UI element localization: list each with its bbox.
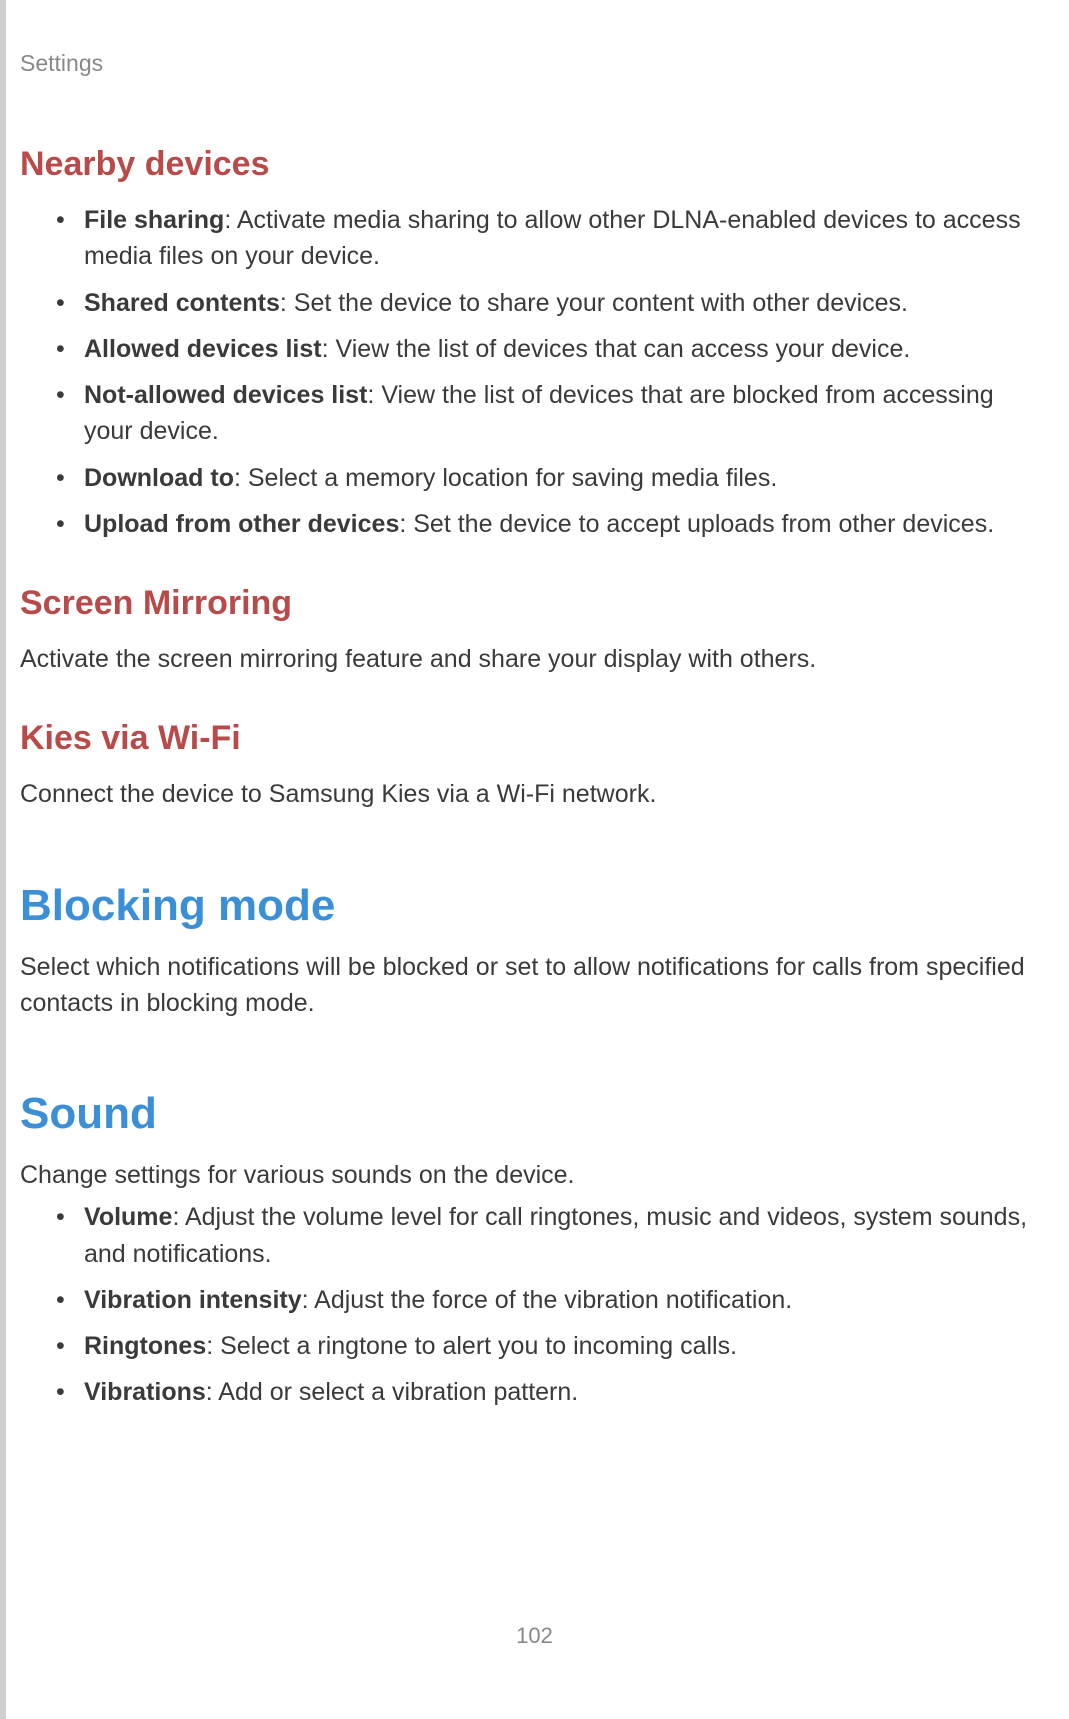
list-term: Upload from other devices [84, 510, 399, 538]
list-desc: : Set the device to accept uploads from … [399, 510, 994, 538]
list-term: Download to [84, 464, 234, 492]
nearby-devices-list: File sharing: Activate media sharing to … [20, 202, 1049, 542]
heading-blocking-mode: Blocking mode [20, 881, 1049, 931]
list-item: Volume: Adjust the volume level for call… [60, 1199, 1049, 1272]
list-item: Upload from other devices: Set the devic… [60, 506, 1049, 542]
list-term: Vibrations [84, 1378, 206, 1406]
list-term: Volume [84, 1203, 172, 1231]
sound-list: Volume: Adjust the volume level for call… [20, 1199, 1049, 1410]
heading-kies: Kies via Wi-Fi [20, 719, 1049, 758]
page-edge-decoration [0, 0, 6, 1719]
kies-body: Connect the device to Samsung Kies via a… [20, 776, 1049, 812]
list-term: Allowed devices list [84, 335, 322, 363]
list-desc: : Adjust the volume level for call ringt… [84, 1203, 1027, 1267]
list-desc: : Select a memory location for saving me… [234, 464, 777, 492]
page-content: Settings Nearby devices File sharing: Ac… [0, 0, 1069, 1411]
heading-nearby-devices: Nearby devices [20, 145, 1049, 184]
heading-sound: Sound [20, 1089, 1049, 1139]
list-desc: : Set the device to share your content w… [280, 289, 908, 317]
list-desc: : Add or select a vibration pattern. [206, 1378, 578, 1406]
list-item: Vibrations: Add or select a vibration pa… [60, 1374, 1049, 1410]
header-section-label: Settings [20, 50, 1049, 77]
list-desc: : Select a ringtone to alert you to inco… [206, 1332, 737, 1360]
list-desc: : View the list of devices that can acce… [322, 335, 911, 363]
blocking-mode-body: Select which notifications will be block… [20, 949, 1049, 1022]
list-term: File sharing [84, 206, 224, 234]
list-term: Vibration intensity [84, 1286, 302, 1314]
screen-mirroring-body: Activate the screen mirroring feature an… [20, 641, 1049, 677]
sound-body: Change settings for various sounds on th… [20, 1157, 1049, 1193]
list-item: Download to: Select a memory location fo… [60, 460, 1049, 496]
list-item: Ringtones: Select a ringtone to alert yo… [60, 1328, 1049, 1364]
list-item: Shared contents: Set the device to share… [60, 285, 1049, 321]
list-item: Not-allowed devices list: View the list … [60, 377, 1049, 450]
list-item: Vibration intensity: Adjust the force of… [60, 1282, 1049, 1318]
list-item: Allowed devices list: View the list of d… [60, 331, 1049, 367]
list-term: Not-allowed devices list [84, 381, 367, 409]
list-desc: : Activate media sharing to allow other … [84, 206, 1021, 270]
list-item: File sharing: Activate media sharing to … [60, 202, 1049, 275]
page-number: 102 [0, 1623, 1069, 1649]
list-term: Ringtones [84, 1332, 206, 1360]
heading-screen-mirroring: Screen Mirroring [20, 584, 1049, 623]
list-desc: : Adjust the force of the vibration noti… [302, 1286, 793, 1314]
list-term: Shared contents [84, 289, 280, 317]
